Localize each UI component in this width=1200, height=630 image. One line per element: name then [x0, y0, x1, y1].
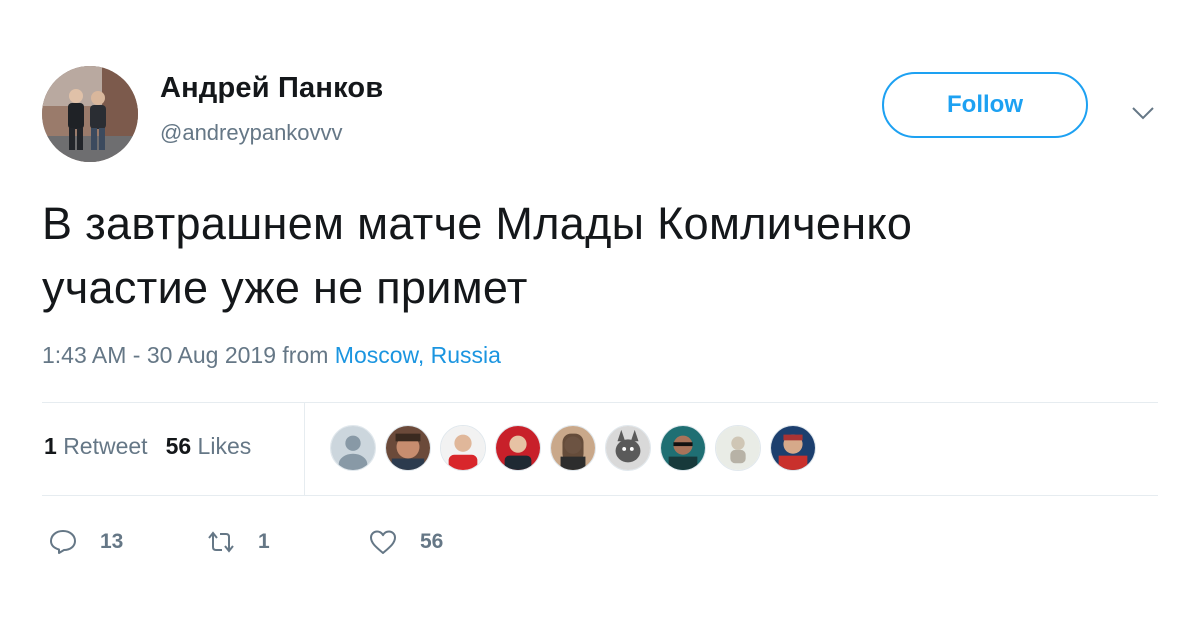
likes-stat[interactable]: 56 Likes: [166, 433, 252, 459]
chevron-down-icon[interactable]: [1130, 104, 1156, 122]
retweet-count: 1: [258, 530, 270, 553]
follow-button[interactable]: Follow: [882, 72, 1088, 138]
liker-avatar[interactable]: [605, 425, 651, 471]
divider: [42, 402, 1158, 403]
liker-avatar[interactable]: [440, 425, 486, 471]
liker-avatar[interactable]: [385, 425, 431, 471]
likers-list: [330, 425, 825, 473]
user-handle[interactable]: @andreypankovvv: [160, 120, 343, 146]
retweet-action[interactable]: 1: [206, 524, 270, 560]
tweet-text: В завтрашнем матче Млады Комличенко учас…: [42, 192, 1142, 320]
retweet-icon: [208, 531, 234, 553]
tweet-header: Андрей Панков @andreypankovvv Follow: [42, 66, 1162, 162]
liker-avatar[interactable]: [495, 425, 541, 471]
heart-icon: [370, 530, 396, 554]
tweet-timestamp[interactable]: 1:43 AM - 30 Aug 2019 from: [42, 342, 335, 368]
tweet-text-line: участие уже не примет: [42, 262, 528, 313]
retweet-stat[interactable]: 1 Retweet: [44, 433, 148, 459]
liker-avatar[interactable]: [715, 425, 761, 471]
reply-count: 13: [100, 530, 124, 553]
retweet-label: Retweet: [63, 433, 148, 459]
retweet-count: 1: [44, 433, 57, 459]
liker-avatar[interactable]: [330, 425, 376, 471]
likes-label: Likes: [197, 433, 252, 459]
divider: [42, 495, 1158, 496]
like-count: 56: [420, 530, 444, 553]
liker-avatar[interactable]: [550, 425, 596, 471]
liker-avatar[interactable]: [770, 425, 816, 471]
tweet-stats: 1 Retweet 56 Likes: [44, 433, 251, 460]
reply-action[interactable]: 13: [48, 524, 123, 560]
tweet-location[interactable]: Moscow, Russia: [335, 342, 501, 368]
tweet-text-line: В завтрашнем матче Млады Комличенко: [42, 198, 913, 249]
reply-icon: [50, 530, 76, 554]
divider: [304, 402, 305, 496]
user-name[interactable]: Андрей Панков: [160, 72, 383, 105]
liker-avatar[interactable]: [660, 425, 706, 471]
tweet-meta: 1:43 AM - 30 Aug 2019 from Moscow, Russi…: [42, 342, 501, 369]
profile-avatar[interactable]: [42, 66, 138, 162]
like-action[interactable]: 56: [368, 524, 443, 560]
likes-count: 56: [165, 433, 192, 459]
